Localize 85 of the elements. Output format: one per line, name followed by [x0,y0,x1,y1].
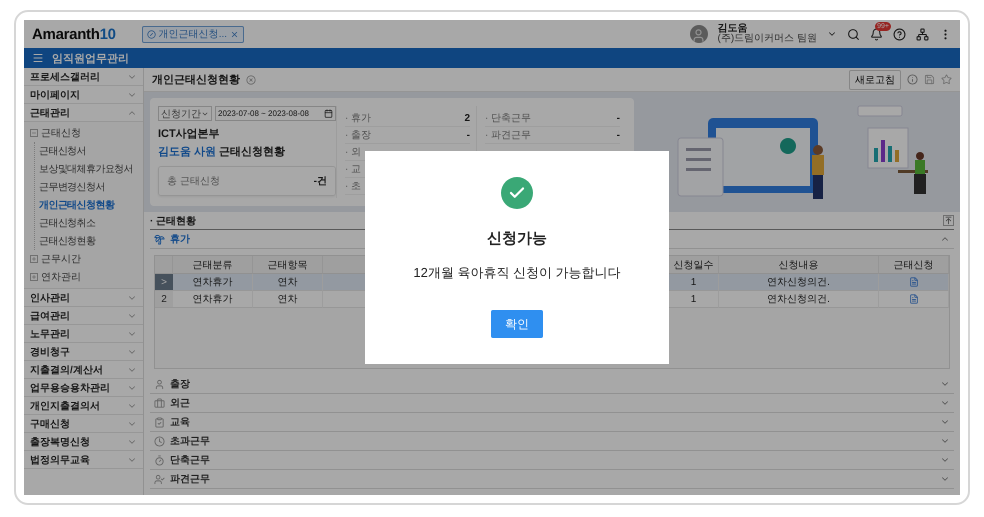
tree-leaf[interactable]: 근무변경신청서 [39,178,143,196]
person-check-icon [154,474,165,484]
star-icon[interactable] [941,74,952,85]
table-cell: 연차휴가 [173,291,253,308]
table-cell: 1 [669,274,719,291]
count-label: · 휴가 [345,112,372,125]
column-header: 신청내용 [719,256,879,274]
column-header: 근태신청 [879,256,949,274]
calendar-icon[interactable] [324,109,333,118]
dialog-title: 신청가능 [487,229,547,248]
period-select[interactable]: 신청기간 [158,106,212,121]
group-header[interactable]: 출장 [150,375,954,394]
count-value: - [466,130,470,140]
help-icon[interactable] [893,28,906,40]
page-title: 개인근태신청현황 [152,73,240,87]
row-marker[interactable]: > [155,274,173,291]
table-cell: 연차신청의건. [719,291,879,308]
clipboard-icon [154,416,165,428]
group-header[interactable]: 초과근무 [150,432,954,451]
info-icon[interactable] [907,74,918,85]
user-name: 김도움 [718,24,748,34]
table-cell: 연차 [253,291,323,308]
column-header: 신청일수 [669,256,719,274]
slash-circle-icon [146,30,156,38]
close-icon[interactable] [230,30,240,38]
tree-item[interactable]: 근태신청 [30,124,143,142]
user-org: (주)드림이커머스 팀원 [718,34,817,44]
section-title: · 근태현황 [150,214,196,228]
tree-leaf[interactable]: 근태신청현황 [39,232,143,250]
tree-leaf[interactable]: 근태신청취소 [39,214,143,232]
period-label: 신청기간 [161,108,201,120]
search-icon[interactable] [847,28,860,40]
count-value: - [616,112,620,124]
check-icon [501,177,533,209]
menu-icon[interactable] [32,52,44,64]
date-range-text: 2023-07-08 ~ 2023-08-08 [218,109,309,118]
count-label: · 단축근무 [485,112,532,125]
row-marker[interactable]: 2 [155,291,173,308]
count-label: · 파견근무 [485,129,532,142]
palm-tree-icon [154,234,165,244]
count-label: · 외 [345,146,362,159]
module-title: 임직원업무관리 [52,52,129,66]
timer-icon [154,454,165,466]
save-icon[interactable] [924,74,935,85]
collapse-toggle-icon[interactable] [30,129,38,137]
group-header[interactable]: 외근 [150,394,954,413]
table-cell: 연차휴가 [173,274,253,291]
refresh-button[interactable]: 새로고침 [849,70,901,90]
briefcase-icon [154,398,165,408]
expand-toggle-icon[interactable] [30,273,38,281]
document-icon[interactable] [908,294,918,304]
group-header[interactable]: 교육 [150,413,954,432]
expand-toggle-icon[interactable] [30,255,38,263]
document-icon[interactable] [908,277,918,287]
group-header[interactable]: 단축근무 [150,451,954,470]
count-label: · 초 [345,180,362,193]
bell-icon[interactable] [870,28,883,40]
tree-leaf[interactable]: 근태신청서 [39,142,143,160]
table-cell: 1 [669,291,719,308]
dialog-message: 12개월 육아휴직 신청이 가능합니다 [413,264,621,282]
table-cell: 연차신청의건. [719,274,879,291]
column-header: 근태분류 [173,256,253,274]
app-logo: Amaranth10 [32,26,116,42]
column-header: 근태항목 [253,256,323,274]
count-value: - [616,130,620,140]
department-name: ICT사업본부 [158,127,221,141]
count-value: 2 [464,112,470,124]
count-label: · 출장 [345,129,372,142]
group-header[interactable]: 파견근무 [150,470,954,489]
clock-icon [154,436,165,446]
person-icon [154,378,165,390]
circle-x-icon[interactable] [246,74,256,84]
tree-leaf[interactable]: 보상및대체휴가요청서 [39,160,143,178]
org-chart-icon[interactable] [916,28,929,40]
table-cell: 연차 [253,274,323,291]
count-label: · 교 [345,163,362,176]
tree-leaf[interactable]: 개인근태신청현황 [39,196,143,214]
avatar-icon[interactable] [690,25,708,43]
collapse-all-icon[interactable] [943,215,954,226]
tree-item[interactable]: 근무시간 [30,250,143,268]
total-value: -건 [314,175,327,188]
tree-item[interactable]: 연차관리 [30,268,143,286]
date-range-field[interactable]: 2023-07-08 ~ 2023-08-08 [215,106,336,121]
total-label: 총 근태신청 [167,175,220,188]
status-heading: 김도움 사원 근태신청현황 [158,145,286,159]
